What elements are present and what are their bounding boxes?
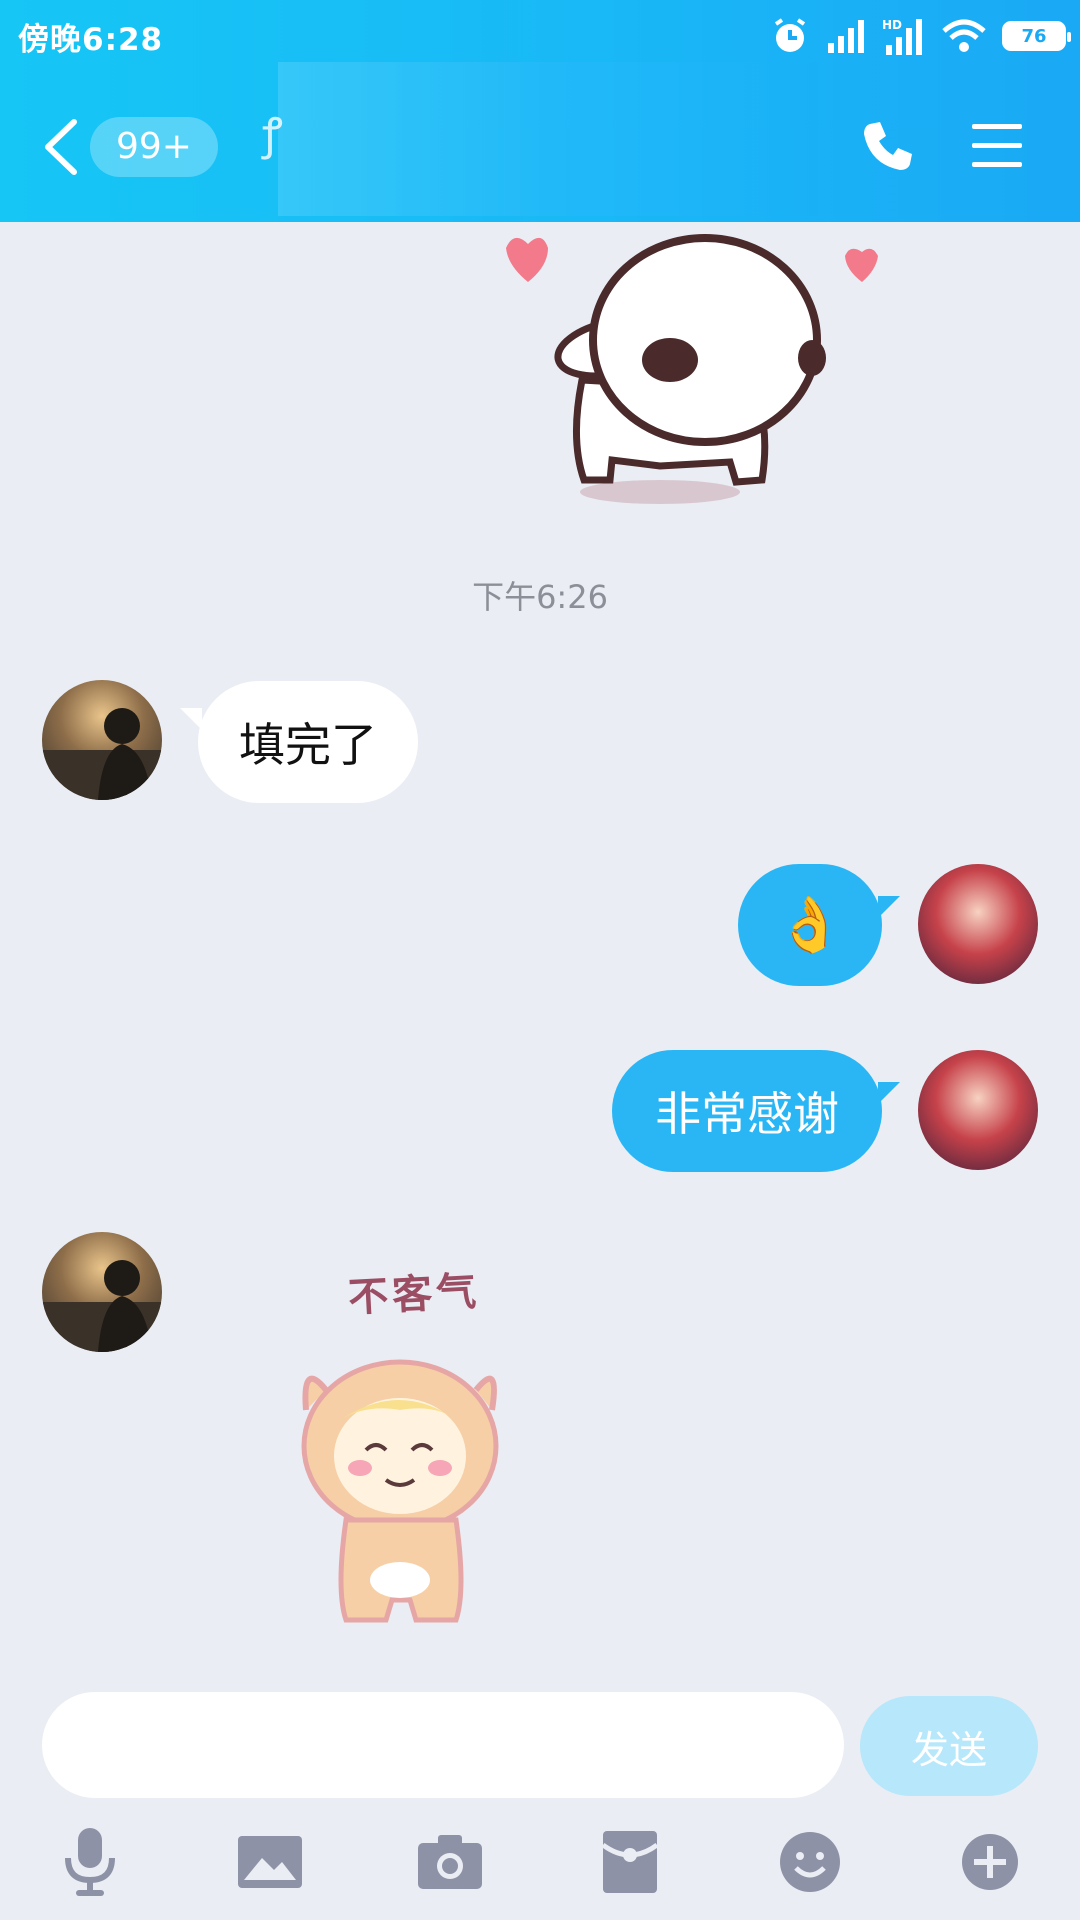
- bubble-tail: [878, 896, 900, 918]
- outgoing-message-bubble[interactable]: 非常感谢: [612, 1050, 882, 1172]
- plus-icon: [962, 1834, 1018, 1890]
- friend-silhouette-icon: [42, 708, 162, 800]
- ok-hand-emoji: 👌: [776, 893, 844, 956]
- my-avatar[interactable]: [918, 864, 1038, 984]
- my-avatar[interactable]: [918, 1050, 1038, 1170]
- status-icons: HD 76: [770, 14, 1071, 58]
- message-text: 填完了: [239, 718, 377, 772]
- friend-silhouette-icon: [42, 1260, 162, 1352]
- alarm-icon: [774, 18, 806, 52]
- status-time: 傍晚6:28: [18, 22, 164, 58]
- red-packet-button[interactable]: [592, 1826, 668, 1898]
- outgoing-emoji-bubble[interactable]: 👌: [738, 864, 882, 986]
- message-timestamp: 下午6:26: [472, 578, 608, 616]
- microphone-icon: [65, 1828, 115, 1896]
- send-button[interactable]: 发送: [860, 1696, 1038, 1796]
- red-packet-icon: [601, 1831, 659, 1893]
- sticker-caption: 不客气: [347, 1268, 482, 1322]
- battery-icon: 76: [1002, 21, 1071, 51]
- menu-button[interactable]: [970, 120, 1024, 172]
- unread-count-badge[interactable]: 99+: [90, 117, 218, 177]
- voice-button[interactable]: [52, 1826, 128, 1898]
- bubble-tail: [180, 708, 202, 730]
- wifi-icon: [942, 19, 986, 52]
- more-button[interactable]: [952, 1826, 1028, 1898]
- input-toolbar: [0, 1826, 1080, 1898]
- message-input[interactable]: [42, 1692, 844, 1798]
- phone-call-button[interactable]: [860, 118, 916, 174]
- signal-icon: [828, 20, 864, 53]
- svg-text:HD: HD: [882, 18, 902, 32]
- camera-button[interactable]: [412, 1826, 488, 1898]
- incoming-message-bubble[interactable]: 填完了: [198, 681, 418, 803]
- panda-sticker[interactable]: [500, 230, 890, 510]
- message-text: 非常感谢: [655, 1087, 839, 1141]
- emoji-icon: [780, 1832, 840, 1892]
- composer: 发送: [0, 1680, 1080, 1800]
- chat-title[interactable]: ꝭ: [262, 62, 818, 216]
- photo-button[interactable]: [232, 1826, 308, 1898]
- bubble-tail: [878, 1082, 900, 1104]
- camera-icon: [418, 1835, 482, 1889]
- chat-title-partial: ꝭ: [262, 109, 283, 160]
- back-button[interactable]: [40, 118, 82, 176]
- hd-signal-icon: HD: [882, 18, 922, 55]
- header: 傍晚6:28 HD 76 99+ ꝭ: [0, 0, 1080, 222]
- friend-avatar[interactable]: [42, 680, 162, 800]
- image-icon: [238, 1836, 302, 1888]
- hamster-costume-sticker[interactable]: [286, 1350, 516, 1630]
- emoji-button[interactable]: [772, 1826, 848, 1898]
- friend-avatar[interactable]: [42, 1232, 162, 1352]
